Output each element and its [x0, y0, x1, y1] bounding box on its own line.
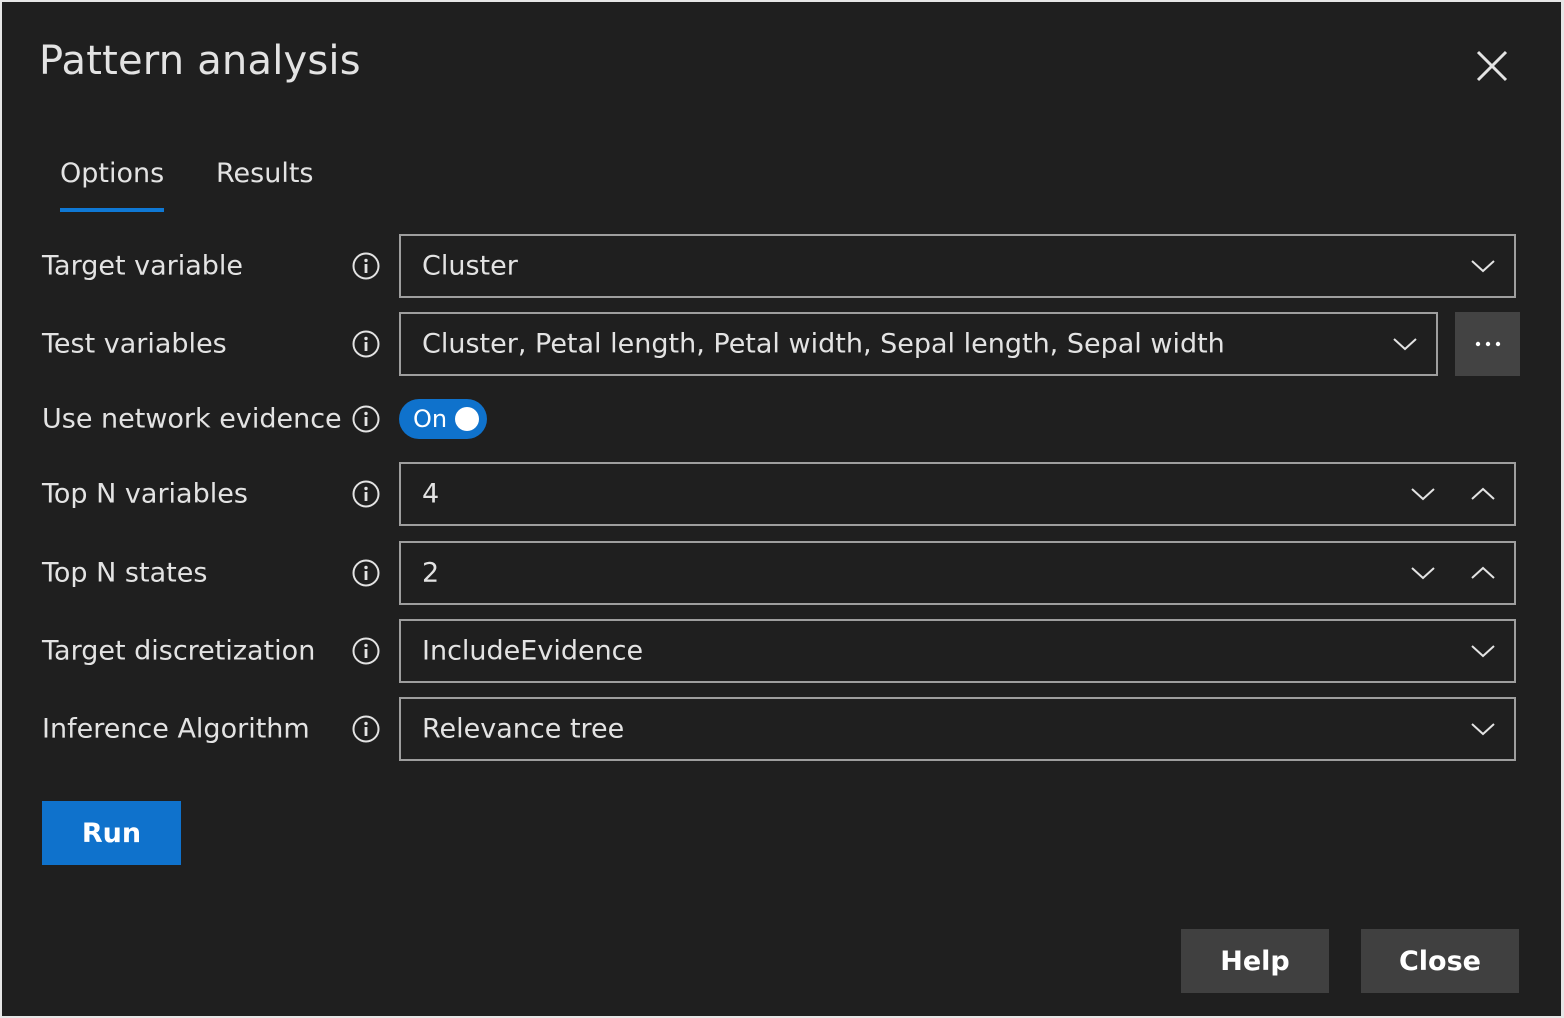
top-n-states-spinner[interactable]: 2: [399, 541, 1516, 605]
use-network-evidence-row: Use network evidence On: [42, 386, 1522, 452]
info-icon[interactable]: [351, 714, 381, 744]
top-n-variables-row: Top N variables 4: [42, 462, 1522, 526]
test-variables-value: Cluster, Petal length, Petal width, Sepa…: [422, 328, 1225, 360]
top-n-states-label: Top N states: [42, 557, 208, 589]
chevron-down-icon[interactable]: [1470, 258, 1496, 274]
top-n-variables-label: Top N variables: [42, 478, 248, 510]
use-network-evidence-toggle[interactable]: On: [399, 399, 487, 439]
decrement-chevron-down-icon[interactable]: [1410, 565, 1436, 581]
close-icon[interactable]: [1472, 46, 1512, 86]
target-discretization-dropdown[interactable]: IncludeEvidence: [399, 619, 1516, 683]
pattern-analysis-dialog: Pattern analysis Options Results Target …: [2, 2, 1561, 1016]
target-discretization-row: Target discretization IncludeEvidence: [42, 619, 1522, 683]
target-variable-label: Target variable: [42, 250, 244, 282]
toggle-knob: [455, 407, 479, 431]
info-icon[interactable]: [351, 404, 381, 434]
top-n-variables-spinner[interactable]: 4: [399, 462, 1516, 526]
info-icon[interactable]: [351, 636, 381, 666]
target-variable-row: Target variable Cluster: [42, 234, 1522, 298]
close-button[interactable]: Close: [1361, 929, 1519, 993]
target-variable-value: Cluster: [422, 250, 518, 282]
target-discretization-value: IncludeEvidence: [422, 635, 644, 667]
increment-chevron-up-icon[interactable]: [1470, 486, 1496, 502]
inference-algorithm-row: Inference Algorithm Relevance tree: [42, 697, 1522, 761]
run-button[interactable]: Run: [42, 801, 181, 865]
use-network-evidence-label: Use network evidence: [42, 403, 342, 435]
test-variables-row: Test variables Cluster, Petal length, Pe…: [42, 312, 1522, 376]
target-discretization-label: Target discretization: [42, 635, 316, 667]
help-button[interactable]: Help: [1181, 929, 1329, 993]
test-variables-dropdown[interactable]: Cluster, Petal length, Petal width, Sepa…: [399, 312, 1438, 376]
more-icon: [1475, 341, 1500, 347]
chevron-down-icon[interactable]: [1392, 336, 1418, 352]
inference-algorithm-value: Relevance tree: [422, 713, 625, 745]
chevron-down-icon[interactable]: [1470, 643, 1496, 659]
chevron-down-icon[interactable]: [1470, 721, 1496, 737]
inference-algorithm-label: Inference Algorithm: [42, 713, 310, 745]
dialog-title: Pattern analysis: [39, 38, 361, 84]
tab-options[interactable]: Options: [60, 158, 165, 212]
top-n-variables-value: 4: [422, 478, 440, 510]
info-icon[interactable]: [351, 251, 381, 281]
target-variable-dropdown[interactable]: Cluster: [399, 234, 1516, 298]
top-n-states-value: 2: [422, 557, 440, 589]
toggle-state-label: On: [413, 405, 448, 433]
test-variables-label: Test variables: [42, 328, 227, 360]
info-icon[interactable]: [351, 329, 381, 359]
top-n-states-row: Top N states 2: [42, 541, 1522, 605]
decrement-chevron-down-icon[interactable]: [1410, 486, 1436, 502]
inference-algorithm-dropdown[interactable]: Relevance tree: [399, 697, 1516, 761]
tab-results[interactable]: Results: [216, 158, 314, 212]
increment-chevron-up-icon[interactable]: [1470, 565, 1496, 581]
info-icon[interactable]: [351, 479, 381, 509]
info-icon[interactable]: [351, 558, 381, 588]
more-options-button[interactable]: [1455, 312, 1520, 376]
